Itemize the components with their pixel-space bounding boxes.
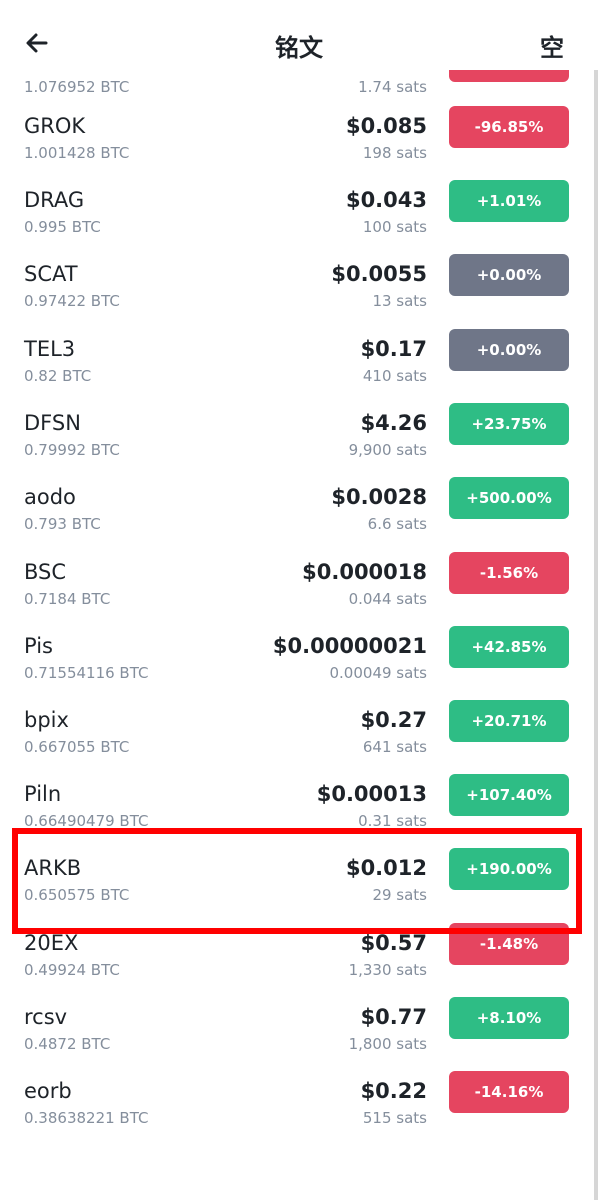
token-sats: 1.74 sats: [358, 78, 427, 96]
token-volume: 1.076952 BTC: [24, 78, 130, 96]
token-name: Pis: [24, 634, 53, 658]
token-sats: 198 sats: [362, 144, 427, 162]
token-sats: 641 sats: [362, 738, 427, 756]
change-badge[interactable]: +500.00%: [449, 477, 569, 519]
list-item[interactable]: 20EX 0.49924 BTC $0.57 1,330 sats -1.48%: [0, 923, 598, 1005]
token-sats: 410 sats: [362, 367, 427, 385]
token-sats: 9,900 sats: [348, 441, 427, 459]
token-sats: 6.6 sats: [367, 515, 427, 533]
token-price: $0.22: [360, 1079, 427, 1103]
list-item[interactable]: eorb 0.38638221 BTC $0.22 515 sats -14.1…: [0, 1071, 598, 1153]
change-badge[interactable]: +23.75%: [449, 403, 569, 445]
header-action-icon[interactable]: 空: [540, 28, 564, 63]
token-volume: 0.38638221 BTC: [24, 1109, 149, 1127]
token-volume: 0.667055 BTC: [24, 738, 130, 756]
list-item[interactable]: BSC 0.7184 BTC $0.000018 0.044 sats -1.5…: [0, 552, 598, 634]
token-volume: 0.7184 BTC: [24, 590, 111, 608]
list-item[interactable]: DRAG 0.995 BTC $0.043 100 sats +1.01%: [0, 180, 598, 262]
list-item[interactable]: SCAT 0.97422 BTC $0.0055 13 sats +0.00%: [0, 254, 598, 336]
token-name: TEL3: [24, 337, 76, 361]
change-badge[interactable]: -1.56%: [449, 552, 569, 594]
token-sats: 100 sats: [362, 218, 427, 236]
token-sats: 1,800 sats: [348, 1035, 427, 1053]
token-name: DRAG: [24, 188, 85, 212]
change-badge[interactable]: +42.85%: [449, 626, 569, 668]
list-item[interactable]: Pis 0.71554116 BTC $0.00000021 0.00049 s…: [0, 626, 598, 708]
token-name: Piln: [24, 782, 62, 806]
change-badge[interactable]: +107.40%: [449, 774, 569, 816]
change-badge[interactable]: +0.00%: [449, 254, 569, 296]
list-item[interactable]: DFSN 0.79992 BTC $4.26 9,900 sats +23.75…: [0, 403, 598, 485]
token-volume: 0.82 BTC: [24, 367, 92, 385]
list-item[interactable]: TEL3 0.82 BTC $0.17 410 sats +0.00%: [0, 329, 598, 411]
token-price: $0.043: [345, 188, 427, 212]
token-price: $0.00013: [316, 782, 427, 806]
token-name: GROK: [24, 114, 86, 138]
token-volume: 0.79992 BTC: [24, 441, 120, 459]
token-price: $0.00000021: [272, 634, 427, 658]
token-volume: 1.001428 BTC: [24, 144, 130, 162]
token-name: 20EX: [24, 931, 79, 955]
token-volume: 0.4872 BTC: [24, 1035, 111, 1053]
token-name: aodo: [24, 485, 76, 509]
token-sats: 13 sats: [372, 292, 427, 310]
token-volume: 0.71554116 BTC: [24, 664, 149, 682]
edge-divider: [594, 0, 598, 1200]
token-name: rcsv: [24, 1005, 68, 1029]
token-price: $0.0055: [331, 262, 427, 286]
token-name: SCAT: [24, 262, 78, 286]
change-badge[interactable]: -96.85%: [449, 106, 569, 148]
token-price: $0.57: [360, 931, 427, 955]
list-item[interactable]: GROK 1.001428 BTC $0.085 198 sats -96.85…: [0, 106, 598, 188]
token-name: eorb: [24, 1079, 72, 1103]
token-price: $0.17: [360, 337, 427, 361]
token-volume: 0.995 BTC: [24, 218, 101, 236]
highlight-box: [12, 828, 582, 934]
page-title: 铭文: [275, 34, 323, 62]
token-price: $0.000018: [302, 560, 427, 584]
token-price: $0.27: [360, 708, 427, 732]
token-price: $0.085: [345, 114, 427, 138]
change-badge[interactable]: +20.71%: [449, 700, 569, 742]
token-volume: 0.97422 BTC: [24, 292, 120, 310]
token-name: bpix: [24, 708, 69, 732]
token-name: BSC: [24, 560, 67, 584]
list-item[interactable]: rcsv 0.4872 BTC $0.77 1,800 sats +8.10%: [0, 997, 598, 1079]
change-badge[interactable]: +8.10%: [449, 997, 569, 1039]
token-name: DFSN: [24, 411, 81, 435]
change-badge[interactable]: -14.16%: [449, 1071, 569, 1113]
list-item[interactable]: aodo 0.793 BTC $0.0028 6.6 sats +500.00%: [0, 477, 598, 559]
token-price: $0.0028: [331, 485, 427, 509]
top-bar: 铭文 空: [0, 0, 598, 70]
change-badge[interactable]: +0.00%: [449, 329, 569, 371]
token-volume: 0.793 BTC: [24, 515, 101, 533]
change-badge[interactable]: +1.01%: [449, 180, 569, 222]
token-sats: 1,330 sats: [348, 961, 427, 979]
token-price: $4.26: [360, 411, 427, 435]
token-sats: 0.00049 sats: [329, 664, 428, 682]
token-volume: 0.49924 BTC: [24, 961, 120, 979]
token-price: $0.77: [360, 1005, 427, 1029]
token-sats: 515 sats: [362, 1109, 427, 1127]
list-item[interactable]: bpix 0.667055 BTC $0.27 641 sats +20.71%: [0, 700, 598, 782]
token-sats: 0.044 sats: [348, 590, 427, 608]
token-list: 1.076952 BTC 1.74 sats GROK 1.001428 BTC…: [0, 0, 598, 1200]
